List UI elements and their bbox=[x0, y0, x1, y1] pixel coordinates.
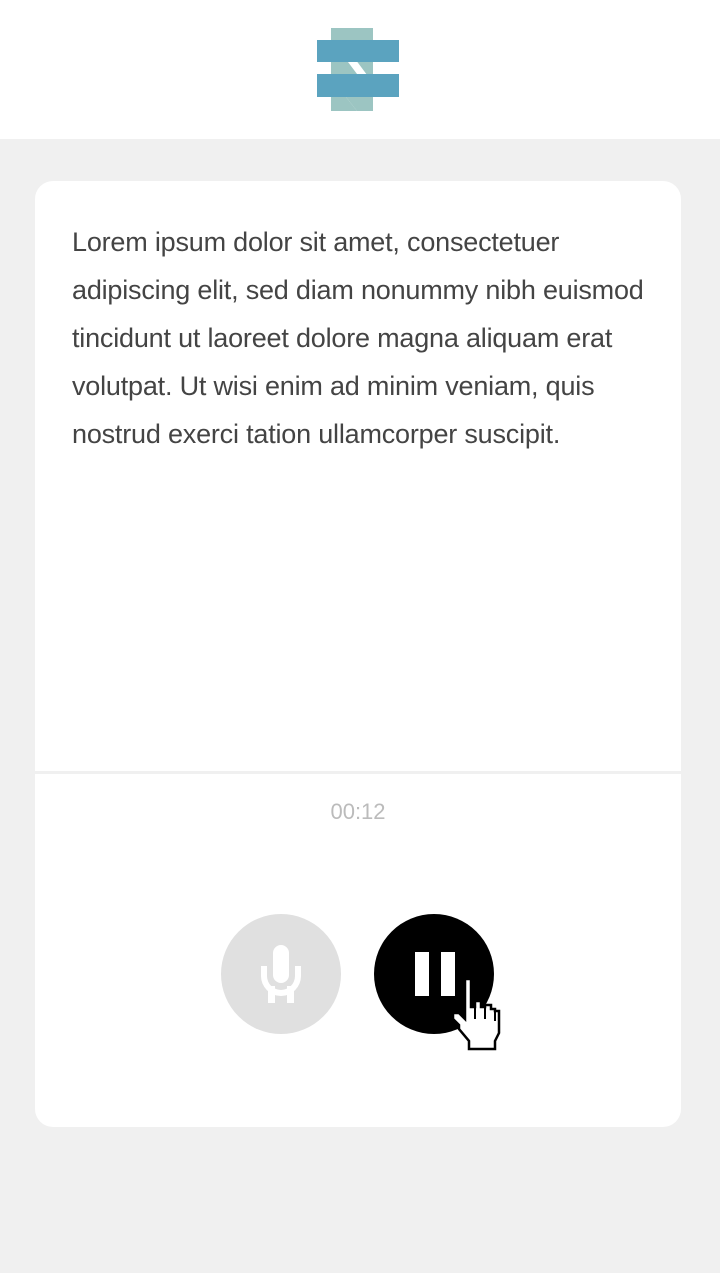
hand-cursor-icon bbox=[453, 977, 501, 1051]
mic-button[interactable] bbox=[221, 914, 341, 1034]
header bbox=[0, 0, 720, 139]
divider bbox=[35, 771, 681, 774]
logo-icon bbox=[317, 28, 399, 111]
recording-card: Lorem ipsum dolor sit amet, consectetuer… bbox=[35, 181, 681, 1127]
microphone-icon bbox=[261, 945, 301, 1003]
recording-timer: 00:12 bbox=[330, 799, 386, 824]
prompt-text: Lorem ipsum dolor sit amet, consectetuer… bbox=[72, 227, 644, 449]
